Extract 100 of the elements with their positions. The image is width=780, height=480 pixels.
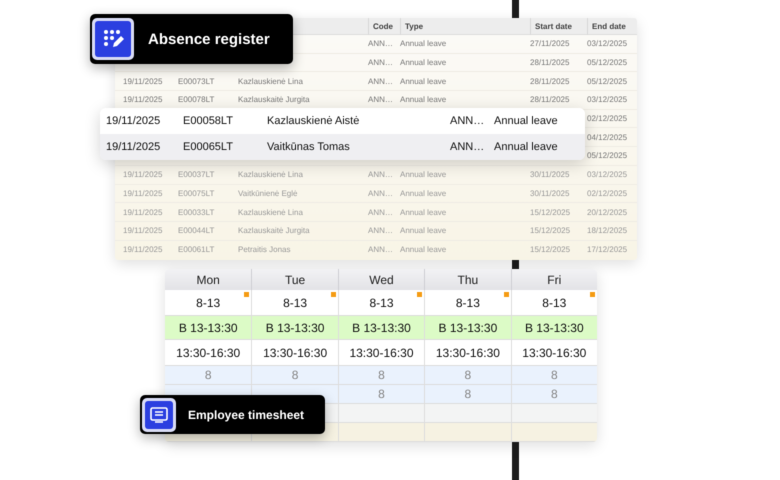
table-cell-text: 02/12/2025 <box>587 188 628 198</box>
day-header: Wed <box>338 269 424 290</box>
time-cell: B 13-13:30 <box>178 320 238 334</box>
day-header: Tue <box>251 269 338 290</box>
table-cell-text: 28/11/2025 <box>530 76 570 86</box>
table-cell-text: 19/11/2025 <box>123 188 164 198</box>
table-row[interactable]: 19/11/2025 E00058LT Kazlauskienė Aistė ANN… Annual leave <box>100 108 585 134</box>
table-cell-text: E00058LT <box>183 115 234 127</box>
table-cell-text: 30/11/2025 <box>530 188 570 198</box>
table-cell-text: E00037LT <box>178 170 216 180</box>
time-cell: 8 <box>464 387 472 401</box>
table-cell-text: 27/11/2025 <box>530 39 570 48</box>
table-cell-text: Annual leave <box>400 188 448 198</box>
table-cell-text: E00033LT <box>178 208 216 217</box>
table-cell-text: ANN… <box>368 188 394 198</box>
table-cell-text: Kazlauskaitė Jurgita <box>238 95 311 104</box>
table-cell-text: Annual leave <box>400 170 448 180</box>
table-cell-text: ANN… <box>368 95 394 104</box>
time-cell: 8-13 <box>283 296 308 310</box>
table-cell-text: ANN… <box>368 39 394 48</box>
table-cell-text: Annual leave <box>400 245 448 254</box>
table-cell-text: 19/11/2025 <box>106 141 162 153</box>
time-cell: 8-13 <box>456 296 480 310</box>
table-cell-text: 05/12/2025 <box>587 76 628 86</box>
table-cell-text: Annual leave <box>400 76 448 86</box>
table-cell-text: Annual leave <box>400 95 448 104</box>
column-header[interactable]: Code <box>368 18 400 35</box>
table-cell-text: 19/11/2025 <box>123 170 164 180</box>
grid-pencil-icon <box>92 18 134 60</box>
table-cell-text: 28/11/2025 <box>530 58 570 68</box>
table-cell-text: ANN… <box>450 115 486 127</box>
day-header: Thu <box>424 269 511 290</box>
day-header: Fri <box>510 269 597 290</box>
table-cell-text: E00065LT <box>183 141 234 153</box>
table-cell-text: ANN… <box>368 226 394 236</box>
table-cell-text: ANN… <box>368 208 394 217</box>
time-cell: 13:30-16:30 <box>522 346 586 360</box>
table-cell-text: Kazlauskaitė Jurgita <box>238 226 311 236</box>
table-cell-text: E00073LT <box>178 76 216 86</box>
time-cell: 8 <box>292 368 298 382</box>
table-cell-text: 05/12/2025 <box>587 151 628 160</box>
column-header[interactable]: Start date <box>530 18 587 35</box>
table-cell-text: ANN… <box>450 141 486 153</box>
table-cell-text: Annual leave <box>400 58 448 68</box>
badge-title: Absence register <box>148 30 270 48</box>
table-cell-text: Annual leave <box>400 226 448 236</box>
table-cell-text: 15/12/2025 <box>530 226 572 236</box>
list-screen-icon <box>142 398 176 432</box>
table-cell-text: 19/11/2025 <box>123 208 164 217</box>
table-cell-text: Kazlauskienė Lina <box>238 208 304 217</box>
time-cell: B 13-13:30 <box>352 320 411 334</box>
table-cell-text: ANN… <box>368 170 394 180</box>
table-cell-text: 04/12/2025 <box>587 132 628 142</box>
table-cell-text: 15/12/2025 <box>530 245 572 254</box>
time-cell: 8 <box>550 387 558 401</box>
table-cell-text: 19/11/2025 <box>123 226 164 236</box>
table-cell-text: Vaitkūnas Tomas <box>267 141 351 153</box>
table-cell-text: 30/11/2025 <box>530 170 570 180</box>
table-cell-text: Petraitis Jonas <box>238 245 292 254</box>
time-cell: 13:30-16:30 <box>263 346 328 360</box>
table-cell-text: 15/12/2025 <box>530 208 572 217</box>
table-cell-text: Annual leave <box>494 141 559 153</box>
time-cell: 8-13 <box>369 296 394 310</box>
table-cell-text: 03/12/2025 <box>587 39 628 48</box>
table-cell-text: Annual leave <box>400 39 448 48</box>
time-cell: B 13-13:30 <box>524 320 584 334</box>
table-cell-text: ANN… <box>368 58 394 68</box>
table-cell-text: E00075LT <box>178 188 216 198</box>
time-cell: 8 <box>378 387 385 401</box>
time-cell: 8 <box>204 368 212 382</box>
table-cell-text: 03/12/2025 <box>587 95 628 104</box>
table-cell-text: E00044LT <box>178 226 216 236</box>
time-cell: 8 <box>378 368 385 382</box>
table-cell-text: 19/11/2025 <box>106 115 162 127</box>
table-cell-text: Annual leave <box>400 208 448 217</box>
table-cell-text: 19/11/2025 <box>123 76 164 86</box>
table-cell-text: E00078LT <box>178 95 216 104</box>
table-cell-text: 19/11/2025 <box>123 95 164 104</box>
table-cell-text: 05/12/2025 <box>587 58 628 68</box>
time-cell: 8 <box>464 368 472 382</box>
table-cell-text: 17/12/2025 <box>587 245 628 254</box>
time-cell: 13:30-16:30 <box>349 346 414 360</box>
table-cell-text: ANN… <box>368 245 394 254</box>
table-cell-text: E00061LT <box>178 245 216 254</box>
table-cell-text: Annual leave <box>494 115 559 127</box>
table-cell-text: Kazlauskienė Lina <box>238 170 304 180</box>
day-header: Mon <box>165 269 252 290</box>
table-cell-text: 20/12/2025 <box>587 208 628 217</box>
time-cell: B 13-13:30 <box>438 320 498 334</box>
table-cell-text: Kazlauskienė Lina <box>238 76 304 86</box>
time-cell: 8-13 <box>196 296 220 310</box>
column-header[interactable]: End date <box>587 18 637 35</box>
column-header[interactable]: Type <box>400 18 530 35</box>
table-cell-text: 03/12/2025 <box>587 170 628 180</box>
badge-title: Employee timesheet <box>188 408 304 422</box>
time-cell: 8-13 <box>542 296 566 310</box>
time-cell: 13:30-16:30 <box>176 346 240 360</box>
table-row[interactable]: 19/11/2025 E00065LT Vaitkūnas Tomas ANN… Annual leave <box>100 134 585 160</box>
table-cell-text: 18/12/2025 <box>587 226 628 236</box>
table-cell-text: Vaitkūnienė Eglė <box>238 188 298 198</box>
